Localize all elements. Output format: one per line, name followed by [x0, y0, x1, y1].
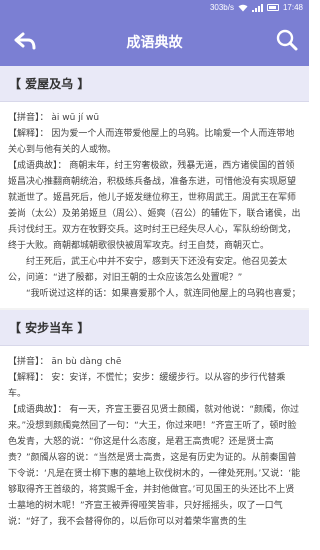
idiom-title[interactable]: 【 安步当车 】	[0, 310, 309, 346]
page-title: 成语典故	[126, 35, 183, 51]
idiom-entry: 【 爱屋及乌 】 【拼音】： ài wū jí wū 【解释】： 因为爱一个人而…	[0, 66, 309, 308]
battery-icon	[266, 4, 279, 11]
signal-icon	[251, 3, 263, 12]
idiom-pinyin: 【拼音】： ài wū jí wū	[8, 113, 100, 123]
idiom-body: 【拼音】： ài wū jí wū 【解释】： 因为爱一个人而连带爱他屋上的乌鸦…	[0, 102, 309, 308]
idiom-meaning: 【解释】： 安：安详，不慌忙；安步：缓缓步行。以从容的步行代替乘车。	[8, 373, 286, 399]
clock: 17:48	[282, 3, 303, 12]
network-speed: 303b/s	[209, 3, 234, 12]
wifi-icon	[238, 4, 248, 11]
idiom-list[interactable]: 【 爱屋及乌 】 【拼音】： ài wū jí wū 【解释】： 因为爱一个人而…	[0, 66, 309, 550]
title-bar: 成语典故	[0, 17, 309, 66]
status-indicators: 303b/s 17:48	[210, 3, 303, 12]
idiom-title[interactable]: 【 爱屋及乌 】	[0, 66, 309, 102]
idiom-pinyin: 【拼音】： ān bù dàng chē	[8, 357, 122, 367]
idiom-story: 【成语典故】： 有一天，齐宣王要召见贤士颜斶，就对他说：“颜斶，你过来。”没想到…	[8, 405, 301, 527]
idiom-story-paragraph: 纣王死后，武王心中并不安宁，感到天下还没有安定。他召见姜太公，问道：“进了殷都，…	[8, 257, 288, 283]
idiom-story-paragraph: “我听说过这样的话：如果喜爱那个人，就连同他屋上的乌鸦也喜爱；	[26, 289, 301, 299]
idiom-entry: 【 安步当车 】 【拼音】： ān bù dàng chē 【解释】： 安：安详…	[0, 310, 309, 536]
idiom-body: 【拼音】： ān bù dàng chē 【解释】： 安：安详，不慌忙；安步：缓…	[0, 346, 309, 536]
status-bar: 303b/s 17:48	[0, 0, 309, 17]
search-icon[interactable]	[275, 28, 299, 52]
idiom-meaning: 【解释】： 因为爱一个人而连带爱他屋上的乌鸦。比喻爱一个人而连带地关心到与他有关…	[8, 129, 295, 155]
idiom-story: 【成语典故】： 商朝末年，纣王穷奢极欲，残暴无道，西方诸侯国的首领姬昌决心推翻商…	[8, 161, 301, 251]
